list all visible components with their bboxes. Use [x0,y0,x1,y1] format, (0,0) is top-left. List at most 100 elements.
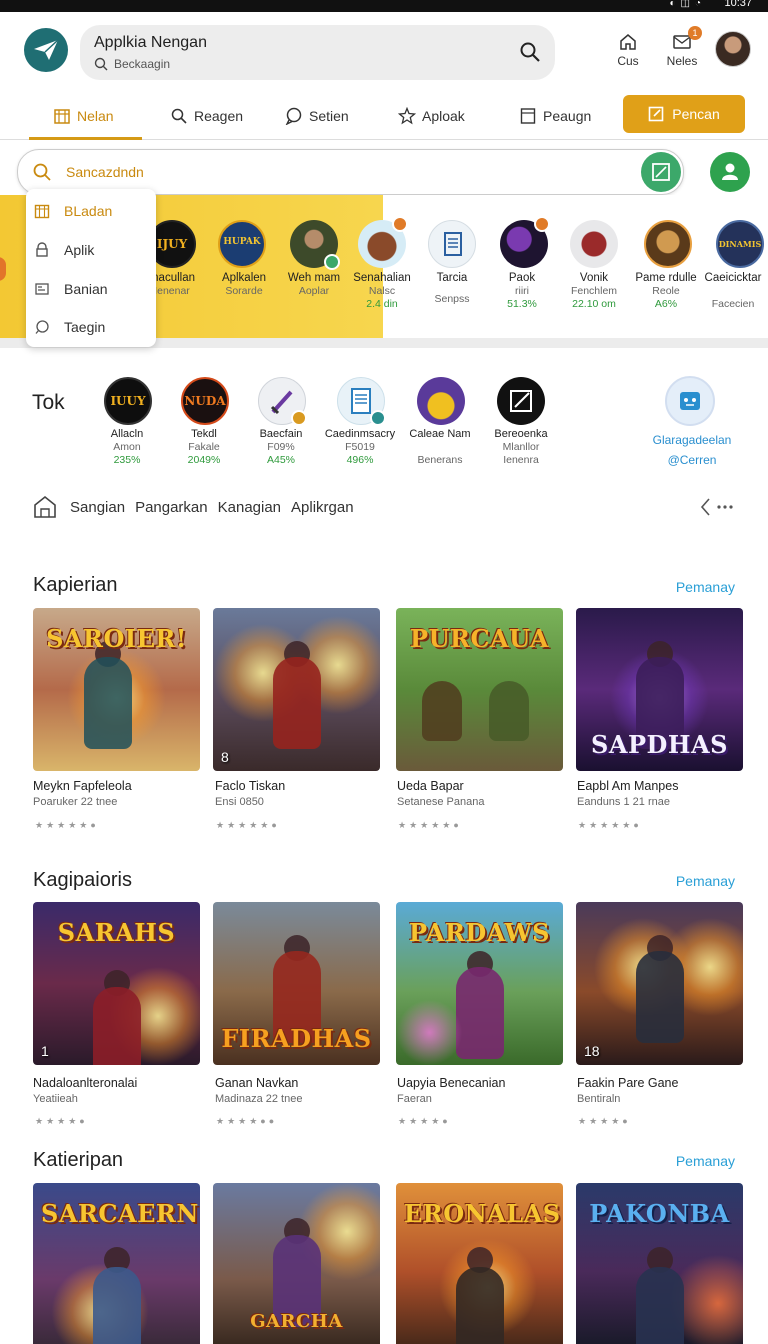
item-sub: riiri [515,285,529,297]
game-card-image[interactable]: GARCHA [213,1183,380,1344]
game-title[interactable]: Faakin Pare Gane [577,1076,747,1090]
game-title[interactable]: Meykn Fapfeleola [33,779,203,793]
dropdown-item-banian[interactable]: Banian [34,274,108,304]
dropdown-item-taegin[interactable]: Taegin [34,312,105,342]
search-icon [171,108,187,124]
see-more-link[interactable]: Pemanay [676,873,735,889]
app-icon-weh-mam[interactable] [290,220,340,270]
rating-stars: ★★★★●● [216,1116,278,1126]
primary-action-button[interactable]: Pencan [623,95,745,133]
tok-item-label: Bereoenka Mlanllor Ienenra [473,428,569,467]
store-icon [54,109,70,124]
side-promo-button[interactable] [665,376,715,426]
carousel-item-label: Caeicicktar Facecien [698,272,768,311]
dropdown-item-bladan[interactable]: BLadan [34,196,112,226]
app-header: Applkia Nengan Beckaagin Cus Neles 1 [0,12,768,94]
notifications-button[interactable]: Neles 1 [660,26,704,68]
home-icon[interactable] [32,494,58,520]
game-card-image[interactable]: 8 [213,608,380,771]
item-name: Paok [508,272,536,284]
tab-setien[interactable]: Setien [285,94,349,138]
section-title: Katieripan [33,1149,124,1171]
search-button-icon[interactable] [519,41,541,63]
game-card-image[interactable]: SAROIER! [33,608,200,771]
game-card-image[interactable]: ERONALAS [396,1183,563,1344]
game-banner: SARCAERN [41,1199,199,1228]
app-icon-caleae-nam[interactable] [417,377,465,425]
carousel-item-label: Pame rdulle Reole A6% [626,272,706,311]
app-icon-caedinmsacry[interactable] [337,377,386,426]
app-icon-tarcia[interactable] [428,220,476,268]
carousel-item-label: Aplkalen Sorarde [204,272,284,298]
app-icon-aplkalen[interactable]: HUPAK [218,220,266,268]
game-title[interactable]: Ueda Bapar [397,779,567,793]
app-icon-senahalian[interactable] [358,216,408,268]
tab-nelan[interactable]: Nelan [29,94,142,140]
scan-icon [652,163,670,181]
user-avatar[interactable] [715,31,751,67]
game-title[interactable]: Faclo Tiskan [215,779,385,793]
item-name: Caeicicktar [704,272,762,284]
dropdown-item-aplik[interactable]: Aplik [34,235,94,265]
game-subtitle: Faeran [397,1093,432,1105]
game-title[interactable]: Eapbl Am Manpes [577,779,747,793]
tab-reagen[interactable]: Reagen [170,94,243,138]
tab-peaugn[interactable]: Peaugn [519,94,591,138]
side-promo-label[interactable]: Glaragadeelan @Cerren [644,430,740,470]
game-title[interactable]: Nadaloanlteronalai [33,1076,203,1090]
tab-label: Aploak [422,108,465,124]
game-card-image[interactable]: SARCAERN [33,1183,200,1344]
app-icon-vonik[interactable] [570,220,618,268]
game-banner: SAROIER! [46,624,187,653]
status-badge [370,410,386,426]
scan-button[interactable] [641,152,681,192]
game-title[interactable]: Ganan Navkan [215,1076,385,1090]
rating-stars: ★★★★★● [35,820,99,830]
game-card-image[interactable]: PARDAWS [396,902,563,1065]
tab-aploak[interactable]: Aploak [398,94,465,138]
app-icon-bereoenka[interactable] [497,377,545,425]
app-icon-caeicicktar[interactable]: DINAMIS [716,220,764,268]
category-link[interactable]: Kanagian [218,499,281,516]
game-subtitle: Setanese Panana [397,796,485,808]
header-search-bar[interactable]: Applkia Nengan Beckaagin [80,25,555,80]
app-icon-pame-rdulle[interactable] [644,220,692,268]
creature-figure [422,681,463,742]
status-time: 10:37 [724,0,752,9]
category-link[interactable]: Sangian [70,499,125,516]
game-subtitle: Ensi 0850 [215,796,264,808]
dropdown-label: BLadan [64,203,113,219]
game-card-image[interactable]: SARAHS 1 [33,902,200,1065]
game-card-image[interactable]: FIRADHAS [213,902,380,1065]
see-more-link[interactable]: Pemanay [676,579,735,595]
see-more-link[interactable]: Pemanay [676,1153,735,1169]
user-icon [722,163,738,180]
game-card-image[interactable]: PAKONBA [576,1183,743,1344]
app-icon-tekdl[interactable]: NUDA [181,377,229,425]
card-number: 8 [221,749,229,765]
category-link[interactable]: Pangarkan [135,499,208,516]
status-bar: ◐◫◔ 10:37 [0,0,768,12]
star-icon [398,107,416,125]
rating-stars: ★★★★● [578,1116,631,1126]
rating-stars: ★★★★● [398,1116,451,1126]
game-card-image[interactable]: SAPDHAS [576,608,743,771]
game-title[interactable]: Uapyia Benecanian [397,1076,567,1090]
search-value: Sancazdndn [66,164,144,180]
app-logo[interactable] [24,28,68,72]
app-icon-baecfain[interactable] [258,377,307,426]
category-link[interactable]: Aplikrgan [291,499,354,516]
app-icon-allacln[interactable]: IUUY [104,377,152,425]
home-button[interactable]: Cus [606,32,650,68]
hero-figure [92,1266,141,1344]
game-card-image[interactable]: 18 [576,902,743,1065]
game-subtitle: Madinaza 22 tnee [215,1093,303,1105]
home-icon [620,34,636,50]
profile-button[interactable] [710,152,750,192]
game-subtitle: Poaruker 22 tnee [33,796,118,808]
more-options-icon[interactable] [700,496,736,518]
game-card-image[interactable]: PURCAUA [396,608,563,771]
item-stat: 51.3% [507,298,537,310]
app-icon-paok[interactable] [500,216,550,268]
section-title: Kapierian [33,574,118,596]
